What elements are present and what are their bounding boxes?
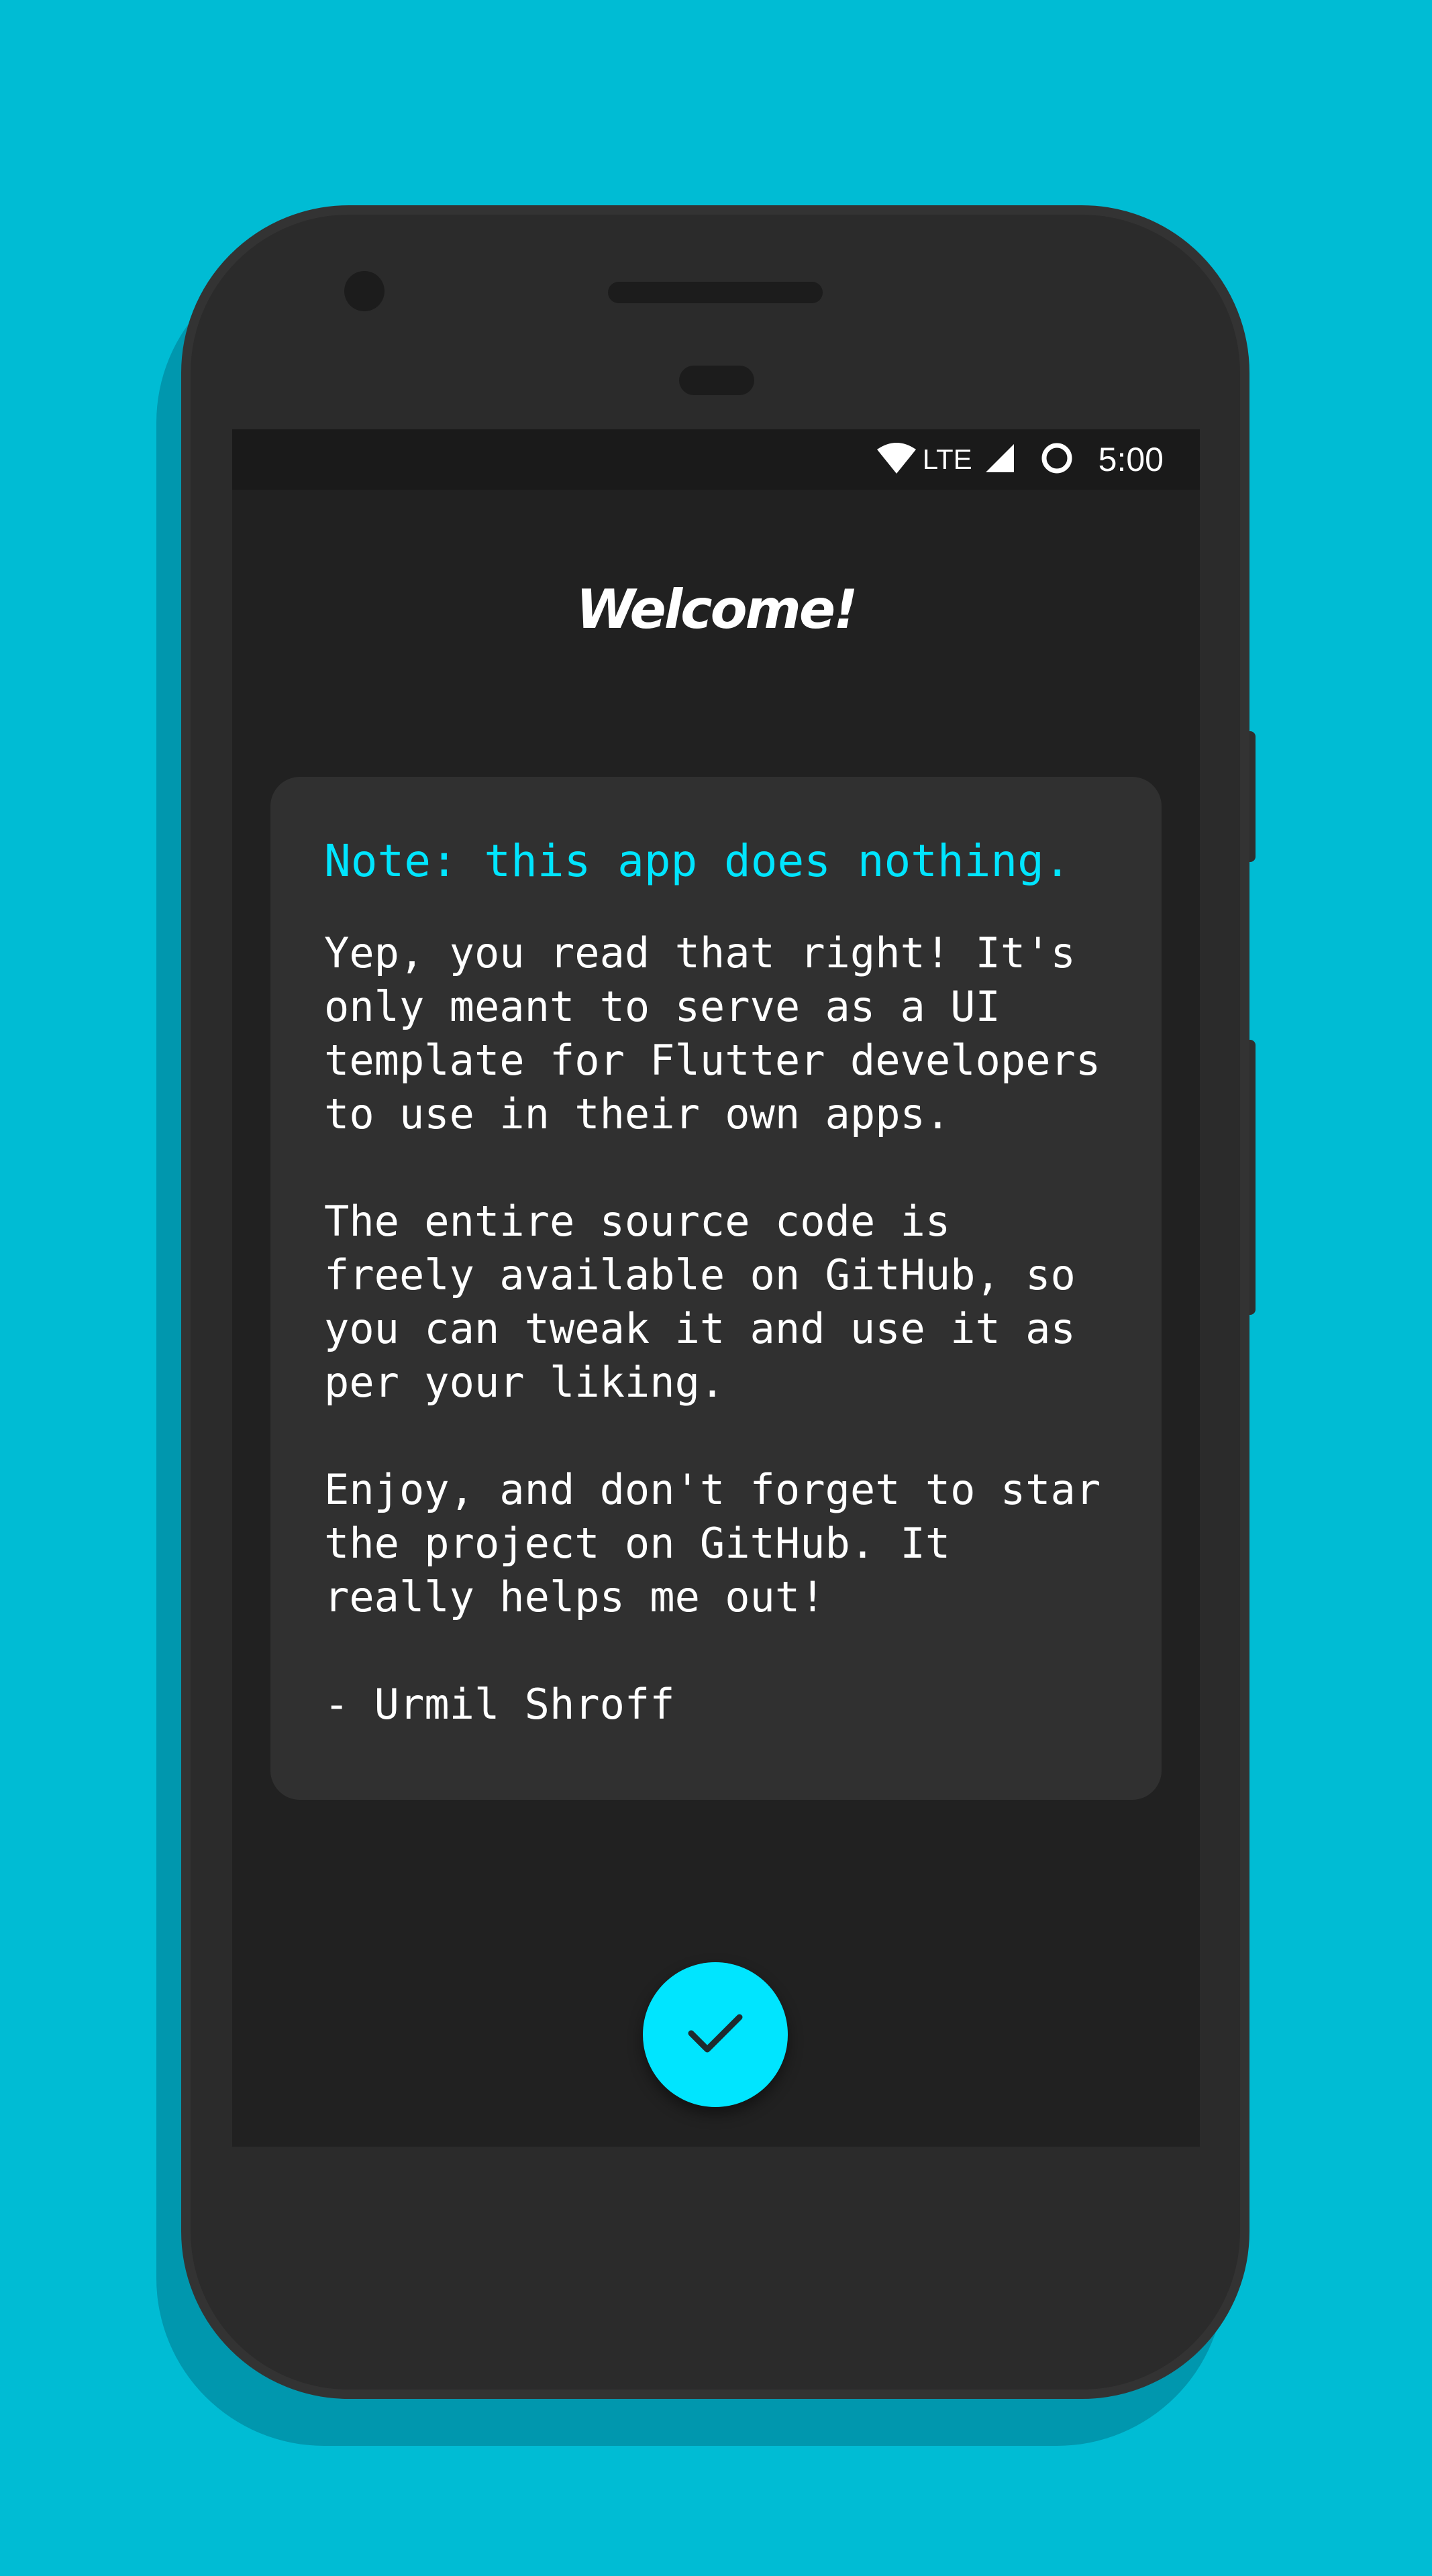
note-heading: Note: this app does nothing.	[324, 835, 1071, 887]
intro-paragraph: Yep, you read that right! It's only mean…	[324, 928, 1101, 1138]
network-type-label: LTE	[922, 443, 972, 475]
cellular-signal-icon	[984, 443, 1015, 476]
earpiece-speaker	[608, 282, 823, 303]
source-code-paragraph: The entire source code is freely availab…	[324, 1197, 1076, 1407]
status-time: 5:00	[1098, 441, 1164, 478]
app-screen: LTE 5:00 Welcome! Note: this app does no…	[232, 429, 1200, 2147]
proximity-sensor	[679, 366, 754, 395]
check-icon	[687, 2012, 744, 2057]
author-signature: - Urmil Shroff	[324, 1680, 675, 1729]
confirm-button[interactable]	[643, 1962, 788, 2107]
welcome-card: Note: this app does nothing. Yep, you re…	[270, 777, 1162, 1800]
page-title: Welcome!	[576, 578, 858, 641]
front-camera	[344, 271, 385, 311]
notification-ring-icon	[1039, 441, 1074, 478]
star-request-paragraph: Enjoy, and don't forget to star the proj…	[324, 1465, 1101, 1621]
status-bar: LTE 5:00	[232, 429, 1200, 490]
wifi-icon	[876, 441, 917, 478]
status-icons: LTE 5:00	[876, 429, 1164, 490]
